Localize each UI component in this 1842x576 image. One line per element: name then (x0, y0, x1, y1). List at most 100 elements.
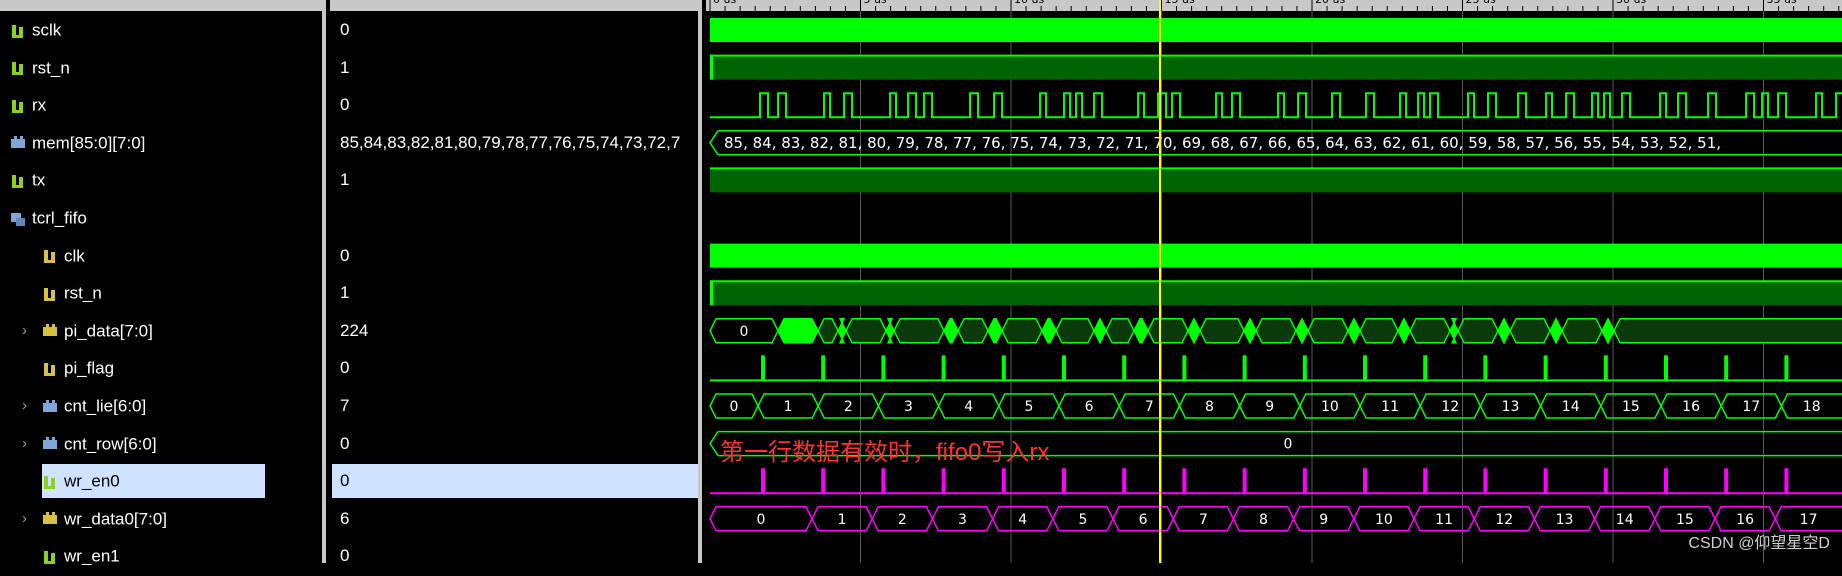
signal-value-panel: 0 1 0 85,84,83,82,81,80,79,78,77,76,75,74,7… (330, 0, 702, 565)
bit-signal-icon (12, 24, 23, 38)
wr-data0-bus-label: 8 (1259, 512, 1268, 528)
signal-name: clk (42, 237, 85, 275)
signal-row-cnt_lie60[interactable]: › cnt_lie[6:0] (0, 387, 322, 425)
signal-row-pi_flag[interactable]: pi_flag (0, 349, 322, 387)
value-row[interactable]: 0 (330, 237, 698, 275)
signal-row-tx[interactable]: tx (0, 161, 322, 199)
signal-name: tcrl_fifo (10, 199, 87, 237)
value-row[interactable] (330, 199, 698, 237)
signal-name-label: wr_en1 (64, 547, 120, 567)
bus-signal-icon (43, 399, 57, 412)
pi-data-bus-segment (1147, 318, 1189, 344)
bit-signal-icon (12, 99, 23, 113)
value-row[interactable]: 0 (330, 86, 698, 124)
bit-signal-icon (44, 362, 55, 376)
waveform-canvas[interactable]: 0 us5 us10 us15 us20 us25 us30 us35 us85… (706, 0, 1842, 563)
signal-row-rst_n[interactable]: rst_n (0, 274, 322, 312)
wr-data0-bus-label: 16 (1736, 512, 1754, 528)
bit-signal-icon (44, 475, 55, 489)
ruler-label: 35 us (1767, 0, 1797, 6)
value-row[interactable]: 0 (330, 349, 698, 387)
signal-row-wr_en1[interactable]: wr_en1 (0, 537, 322, 575)
signal-row-sclk[interactable]: sclk (0, 11, 322, 49)
watermark: CSDN @仰望星空D (1688, 535, 1830, 552)
expand-chevron-icon[interactable]: › (22, 425, 27, 463)
pi-data-bus-segment (1041, 318, 1057, 344)
ruler-label: 5 us (864, 0, 887, 6)
signal-row-rst_n[interactable]: rst_n (0, 49, 322, 87)
value-row[interactable]: 1 (330, 161, 698, 199)
wr-data0-bus-label: 10 (1375, 512, 1393, 528)
signal-value (340, 199, 698, 237)
signal-name-label: clk (64, 246, 85, 266)
wr-data0-bus-label: 5 (1078, 512, 1087, 528)
signal-value: 0 (340, 245, 350, 265)
wr-data0-bus-label: 6 (1139, 512, 1148, 528)
pi-data-bus-segment (1255, 318, 1297, 344)
signal-name-label: rst_n (32, 58, 70, 78)
ruler-label: 0 us (713, 0, 736, 6)
expand-chevron-icon[interactable]: › (22, 387, 27, 425)
signal-value: 0 (340, 20, 350, 39)
wr-data0-bus-label: 14 (1616, 512, 1634, 528)
tcrl-rst-n-edge (710, 281, 713, 306)
signal-row-mem85070[interactable]: mem[85:0][7:0] (0, 124, 322, 162)
cnt-row-label: 0 (1284, 437, 1293, 453)
signal-row-wr_en0[interactable]: wr_en0 (0, 462, 322, 500)
cnt-lie-bus-label: 11 (1381, 399, 1399, 415)
pi-data-bus-segment (893, 318, 945, 344)
value-row[interactable]: 0 (330, 462, 698, 500)
signal-value: 224 (340, 320, 369, 340)
value-row[interactable]: 1 (330, 274, 698, 312)
signal-name: pi_data[7:0] (42, 312, 153, 350)
pi-data-bus-segment (1055, 318, 1095, 344)
annotation-text: 第一行数据有效时，fifo0写入rx (720, 439, 1050, 466)
bit-signal-icon (44, 287, 55, 301)
expand-chevron-icon[interactable]: › (22, 312, 27, 350)
signal-name-label: wr_en0 (64, 471, 120, 491)
value-row[interactable]: 7 (330, 387, 698, 425)
ruler-label: 10 us (1014, 0, 1044, 6)
pi-data-bus-segment (1199, 318, 1245, 344)
expand-chevron-icon[interactable]: › (22, 500, 27, 538)
signal-name-label: tcrl_fifo (32, 208, 87, 228)
signal-row-rx[interactable]: rx (0, 86, 322, 124)
pi-data-bus-segment (1093, 317, 1107, 345)
cnt-lie-bus-label: 1 (784, 399, 793, 415)
ruler-label: 25 us (1466, 0, 1496, 6)
pi-data-bus-segment (1497, 317, 1511, 345)
pi-data-bus-segment (1509, 318, 1551, 344)
signal-row-tcrl_fifo[interactable]: tcrl_fifo (0, 199, 322, 237)
rst-n-edge (710, 55, 713, 80)
signal-row-pi_data70[interactable]: › pi_data[7:0] (0, 312, 322, 350)
signal-value: 1 (340, 283, 350, 303)
pi-data-bus-segment (845, 318, 887, 344)
value-row[interactable]: 85,84,83,82,81,80,79,78,77,76,75,74,73,7… (330, 124, 698, 162)
ruler-label: 30 us (1616, 0, 1646, 6)
signal-name: tx (10, 161, 45, 199)
wr-en0-wave (710, 468, 1842, 495)
signal-value: 0 (340, 471, 350, 491)
signal-row-cnt_row60[interactable]: › cnt_row[6:0] (0, 425, 322, 463)
value-row[interactable]: 1 (330, 49, 698, 87)
pi-data-bus-segment (957, 318, 989, 344)
signal-value: 0 (340, 95, 350, 115)
signal-name: wr_en0 (42, 462, 120, 500)
pi-data-bus-segment (943, 318, 959, 344)
bit-signal-icon (12, 62, 23, 76)
value-row[interactable]: 0 (330, 11, 698, 49)
signal-row-clk[interactable]: clk (0, 237, 322, 275)
signal-row-wr_data070[interactable]: › wr_data0[7:0] (0, 500, 322, 538)
signal-value: 0 (340, 433, 350, 453)
value-row[interactable]: 6 (330, 500, 698, 538)
value-row[interactable]: 0 (330, 537, 698, 575)
wr-data0-bus-label: 13 (1556, 512, 1574, 528)
value-row[interactable]: 224 (330, 312, 698, 350)
waveform-panel[interactable]: 0 us5 us10 us15 us20 us25 us30 us35 us85… (706, 0, 1842, 563)
signal-name: rst_n (42, 274, 102, 312)
cnt-lie-bus-label: 2 (844, 399, 853, 415)
pi-data-bus-segment (1601, 317, 1615, 345)
signal-name-label: pi_data[7:0] (64, 321, 153, 341)
value-row[interactable]: 0 (330, 425, 698, 463)
name-panel-header (0, 0, 322, 11)
